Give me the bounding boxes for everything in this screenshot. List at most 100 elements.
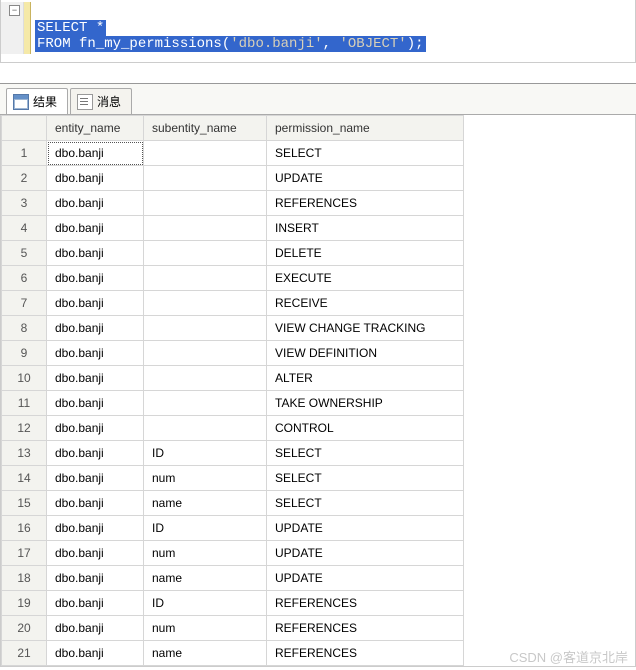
table-row[interactable]: 8dbo.banjiVIEW CHANGE TRACKING — [2, 316, 464, 341]
sql-code[interactable]: SELECT * FROM fn_my_permissions('dbo.ban… — [31, 2, 430, 54]
cell-subentity[interactable] — [144, 291, 267, 316]
cell-permission[interactable]: VIEW DEFINITION — [267, 341, 464, 366]
cell-permission[interactable]: REFERENCES — [267, 591, 464, 616]
cell-entity[interactable]: dbo.banji — [47, 541, 144, 566]
cell-permission[interactable]: REFERENCES — [267, 641, 464, 666]
table-row[interactable]: 3dbo.banji REFERENCES — [2, 191, 464, 216]
cell-entity[interactable]: dbo.banji — [47, 616, 144, 641]
cell-permission[interactable]: REFERENCES — [267, 616, 464, 641]
cell-entity[interactable]: dbo.banji — [47, 141, 144, 166]
row-number[interactable]: 13 — [2, 441, 47, 466]
cell-permission[interactable]: TAKE OWNERSHIP — [267, 391, 464, 416]
cell-subentity[interactable] — [144, 216, 267, 241]
table-row[interactable]: 2dbo.banjiUPDATE — [2, 166, 464, 191]
cell-entity[interactable]: dbo.banji — [47, 166, 144, 191]
cell-subentity[interactable] — [144, 316, 267, 341]
cell-entity[interactable]: dbo.banji — [47, 216, 144, 241]
cell-entity[interactable]: dbo.banji — [47, 516, 144, 541]
tab-results[interactable]: 结果 — [6, 88, 68, 114]
cell-subentity[interactable] — [144, 141, 267, 166]
cell-permission[interactable]: CONTROL — [267, 416, 464, 441]
cell-subentity[interactable] — [144, 366, 267, 391]
cell-subentity[interactable] — [144, 266, 267, 291]
header-subentity[interactable]: subentity_name — [144, 116, 267, 141]
row-number[interactable]: 6 — [2, 266, 47, 291]
row-number[interactable]: 4 — [2, 216, 47, 241]
splitter[interactable] — [0, 63, 636, 84]
table-row[interactable]: 21dbo.banjinameREFERENCES — [2, 641, 464, 666]
row-number[interactable]: 10 — [2, 366, 47, 391]
table-row[interactable]: 4dbo.banji INSERT — [2, 216, 464, 241]
row-number[interactable]: 9 — [2, 341, 47, 366]
table-row[interactable]: 11dbo.banjiTAKE OWNERSHIP — [2, 391, 464, 416]
table-row[interactable]: 1dbo.banjiSELECT — [2, 141, 464, 166]
table-row[interactable]: 20dbo.banjinumREFERENCES — [2, 616, 464, 641]
row-number[interactable]: 16 — [2, 516, 47, 541]
table-row[interactable]: 14dbo.banjinumSELECT — [2, 466, 464, 491]
cell-subentity[interactable] — [144, 166, 267, 191]
table-row[interactable]: 18dbo.banjinameUPDATE — [2, 566, 464, 591]
row-number[interactable]: 18 — [2, 566, 47, 591]
cell-subentity[interactable] — [144, 416, 267, 441]
cell-subentity[interactable]: name — [144, 491, 267, 516]
cell-subentity[interactable]: num — [144, 466, 267, 491]
table-row[interactable]: 17dbo.banjinumUPDATE — [2, 541, 464, 566]
row-number[interactable]: 21 — [2, 641, 47, 666]
header-permission[interactable]: permission_name — [267, 116, 464, 141]
table-row[interactable]: 12dbo.banji CONTROL — [2, 416, 464, 441]
cell-permission[interactable]: UPDATE — [267, 566, 464, 591]
table-row[interactable]: 9dbo.banji VIEW DEFINITION — [2, 341, 464, 366]
table-row[interactable]: 7dbo.banjiRECEIVE — [2, 291, 464, 316]
cell-entity[interactable]: dbo.banji — [47, 491, 144, 516]
sql-editor[interactable]: − SELECT * FROM fn_my_permissions('dbo.b… — [0, 0, 636, 63]
cell-permission[interactable]: SELECT — [267, 491, 464, 516]
results-grid[interactable]: entity_name subentity_name permission_na… — [0, 115, 636, 667]
row-number[interactable]: 5 — [2, 241, 47, 266]
cell-entity[interactable]: dbo.banji — [47, 591, 144, 616]
cell-entity[interactable]: dbo.banji — [47, 641, 144, 666]
row-number[interactable]: 3 — [2, 191, 47, 216]
row-number[interactable]: 12 — [2, 416, 47, 441]
row-number[interactable]: 17 — [2, 541, 47, 566]
cell-subentity[interactable]: name — [144, 566, 267, 591]
table-row[interactable]: 10dbo.banji ALTER — [2, 366, 464, 391]
cell-entity[interactable]: dbo.banji — [47, 191, 144, 216]
cell-entity[interactable]: dbo.banji — [47, 466, 144, 491]
cell-permission[interactable]: EXECUTE — [267, 266, 464, 291]
cell-permission[interactable]: SELECT — [267, 141, 464, 166]
table-row[interactable]: 5dbo.banjiDELETE — [2, 241, 464, 266]
cell-subentity[interactable]: ID — [144, 441, 267, 466]
cell-subentity[interactable]: name — [144, 641, 267, 666]
cell-entity[interactable]: dbo.banji — [47, 341, 144, 366]
cell-subentity[interactable] — [144, 241, 267, 266]
cell-permission[interactable]: DELETE — [267, 241, 464, 266]
cell-entity[interactable]: dbo.banji — [47, 416, 144, 441]
row-number[interactable]: 7 — [2, 291, 47, 316]
row-number[interactable]: 20 — [2, 616, 47, 641]
row-number[interactable]: 15 — [2, 491, 47, 516]
cell-entity[interactable]: dbo.banji — [47, 391, 144, 416]
cell-permission[interactable]: SELECT — [267, 466, 464, 491]
cell-permission[interactable]: INSERT — [267, 216, 464, 241]
cell-subentity[interactable] — [144, 391, 267, 416]
cell-subentity[interactable]: num — [144, 616, 267, 641]
tab-messages[interactable]: 消息 — [70, 88, 132, 114]
row-number[interactable]: 14 — [2, 466, 47, 491]
cell-entity[interactable]: dbo.banji — [47, 266, 144, 291]
cell-subentity[interactable]: ID — [144, 516, 267, 541]
cell-permission[interactable]: REFERENCES — [267, 191, 464, 216]
cell-permission[interactable]: UPDATE — [267, 541, 464, 566]
cell-permission[interactable]: VIEW CHANGE TRACKING — [267, 316, 464, 341]
cell-entity[interactable]: dbo.banji — [47, 566, 144, 591]
cell-permission[interactable]: ALTER — [267, 366, 464, 391]
cell-entity[interactable]: dbo.banji — [47, 316, 144, 341]
cell-permission[interactable]: UPDATE — [267, 166, 464, 191]
table-row[interactable]: 6dbo.banji EXECUTE — [2, 266, 464, 291]
table-row[interactable]: 19dbo.banjiIDREFERENCES — [2, 591, 464, 616]
cell-permission[interactable]: RECEIVE — [267, 291, 464, 316]
row-number[interactable]: 19 — [2, 591, 47, 616]
cell-entity[interactable]: dbo.banji — [47, 366, 144, 391]
cell-permission[interactable]: SELECT — [267, 441, 464, 466]
table-row[interactable]: 16dbo.banjiIDUPDATE — [2, 516, 464, 541]
cell-subentity[interactable]: num — [144, 541, 267, 566]
